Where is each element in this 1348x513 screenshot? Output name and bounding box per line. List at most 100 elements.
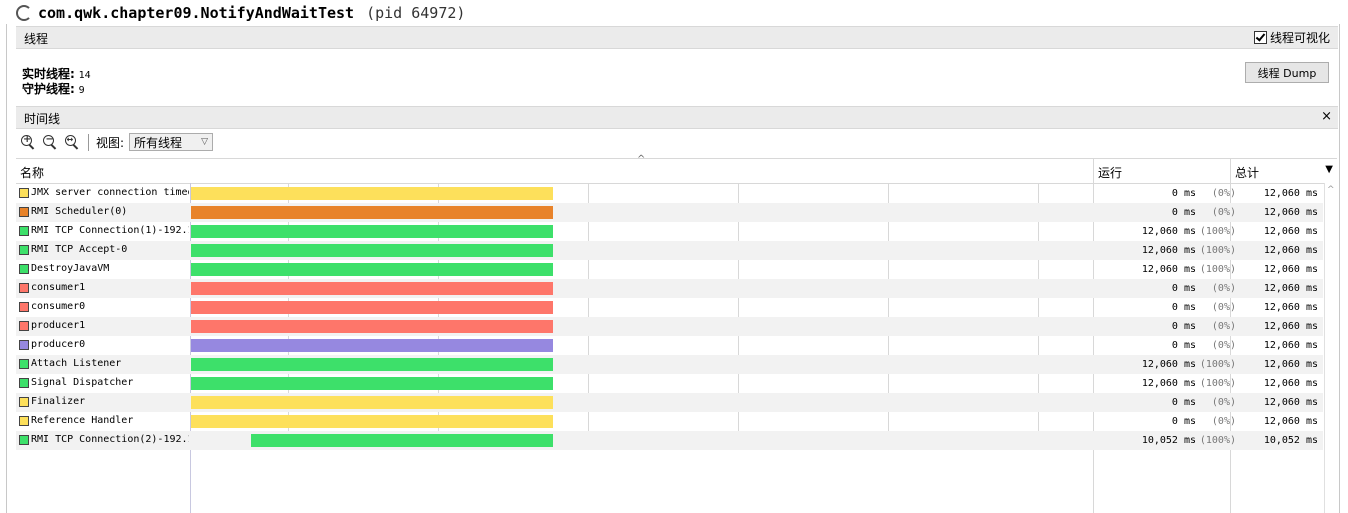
vertical-scrollbar[interactable]: ^	[1324, 183, 1338, 513]
thread-timeline-bar	[191, 358, 553, 371]
window-border-left	[6, 24, 7, 513]
thread-timeline-bar	[191, 415, 553, 428]
daemon-threads-label: 守护线程:	[22, 82, 75, 96]
thread-running-percent: (100%)	[1199, 226, 1236, 237]
thread-running-time: 0 ms	[1171, 283, 1196, 294]
thread-running-time: 10,052 ms	[1141, 435, 1196, 446]
thread-name: Reference Handler	[31, 415, 134, 426]
thread-name: RMI Scheduler(0)	[31, 206, 128, 217]
window-border-right	[1339, 24, 1340, 513]
visualize-checkbox-icon[interactable]	[1253, 31, 1267, 44]
thread-timeline-bar	[191, 187, 553, 200]
timeline-column-header: 名称 运行 总计 ▼	[16, 158, 1337, 184]
thread-state-icon	[19, 340, 29, 350]
thread-running-percent: (0%)	[1211, 397, 1236, 408]
thread-state-icon	[19, 435, 29, 445]
timeline-section-header: 时间线 ×	[16, 106, 1338, 129]
thread-running-percent: (0%)	[1211, 302, 1236, 313]
thread-dump-button[interactable]: 线程 Dump	[1245, 62, 1329, 83]
thread-running-percent: (100%)	[1199, 245, 1236, 256]
thread-total-time: 12,060 ms	[1263, 321, 1318, 332]
thread-name: RMI TCP Accept-0	[31, 244, 128, 255]
thread-total-time: 12,060 ms	[1263, 283, 1318, 294]
scroll-up-icon[interactable]: ^	[1327, 185, 1335, 195]
close-icon[interactable]: ×	[1321, 109, 1332, 124]
visualize-threads-toggle[interactable]: 线程可视化	[1253, 29, 1330, 46]
thread-name: producer1	[31, 320, 86, 331]
view-select-value: 所有线程	[134, 135, 183, 150]
thread-running-time: 0 ms	[1171, 416, 1196, 427]
thread-timeline-bar	[251, 434, 553, 447]
thread-state-icon	[19, 283, 29, 293]
thread-timeline-bar	[191, 339, 553, 352]
thread-name: consumer0	[31, 301, 86, 312]
column-header-running[interactable]: 运行	[1098, 164, 1122, 181]
thread-running-percent: (100%)	[1199, 435, 1236, 446]
thread-timeline-bar	[191, 206, 553, 219]
thread-total-time: 12,060 ms	[1263, 302, 1318, 313]
thread-state-icon	[19, 226, 29, 236]
thread-timeline-bar	[191, 225, 553, 238]
live-threads-label: 实时线程:	[22, 67, 75, 81]
zoom-fit-icon[interactable]: ↔	[64, 134, 81, 151]
table-row[interactable]: Attach Listener 12,060 ms (100%) 12,060 ms	[16, 355, 1323, 374]
threads-section-title: 线程	[24, 32, 49, 46]
table-row[interactable]: JMX server connection timeout 0 ms (0%) 12,…	[16, 184, 1323, 203]
table-row[interactable]: Reference Handler 0 ms (0%) 12,060 ms	[16, 412, 1323, 431]
table-row[interactable]: consumer1 0 ms (0%) 12,060 ms	[16, 279, 1323, 298]
thread-total-time: 12,060 ms	[1263, 264, 1318, 275]
thread-running-percent: (100%)	[1199, 378, 1236, 389]
thread-name: Finalizer	[31, 396, 86, 407]
thread-running-time: 0 ms	[1171, 188, 1196, 199]
thread-total-time: 12,060 ms	[1263, 207, 1318, 218]
table-row[interactable]: Finalizer 0 ms (0%) 12,060 ms	[16, 393, 1323, 412]
timeline-section-title: 时间线	[24, 112, 61, 126]
table-row[interactable]: producer0 0 ms (0%) 12,060 ms	[16, 336, 1323, 355]
thread-state-icon	[19, 416, 29, 426]
thread-name: DestroyJavaVM	[31, 263, 110, 274]
thread-name: RMI TCP Connection(1)-192.168	[31, 225, 189, 236]
thread-total-time: 12,060 ms	[1263, 226, 1318, 237]
thread-name: consumer1	[31, 282, 86, 293]
threads-section-header: 线程 线程可视化	[16, 26, 1338, 49]
table-row[interactable]: RMI TCP Connection(1)-192.168 12,060 ms (1…	[16, 222, 1323, 241]
thread-timeline-bar	[191, 396, 553, 409]
thread-running-percent: (0%)	[1211, 321, 1236, 332]
thread-running-time: 12,060 ms	[1141, 378, 1196, 389]
thread-running-percent: (100%)	[1199, 359, 1236, 370]
thread-timeline-bar	[191, 263, 553, 276]
table-row[interactable]: producer1 0 ms (0%) 12,060 ms	[16, 317, 1323, 336]
thread-timeline-bar	[191, 320, 553, 333]
zoom-in-icon[interactable]: +	[20, 134, 37, 151]
timeline-toolbar: + − ↔ 视图: 所有线程 ▽	[20, 131, 214, 153]
column-chooser-icon[interactable]: ▼	[1325, 164, 1333, 175]
visualize-label: 线程可视化	[1269, 31, 1330, 45]
table-row[interactable]: Signal Dispatcher 12,060 ms (100%) 12,060 m…	[16, 374, 1323, 393]
table-row[interactable]: consumer0 0 ms (0%) 12,060 ms	[16, 298, 1323, 317]
column-header-name[interactable]: 名称	[20, 164, 44, 181]
thread-running-time: 0 ms	[1171, 340, 1196, 351]
thread-total-time: 12,060 ms	[1263, 340, 1318, 351]
thread-state-icon	[19, 245, 29, 255]
table-row[interactable]: RMI TCP Accept-0 12,060 ms (100%) 12,060 ms	[16, 241, 1323, 260]
thread-running-time: 12,060 ms	[1141, 359, 1196, 370]
app-name: com.qwk.chapter09.NotifyAndWaitTest	[38, 4, 355, 22]
thread-running-time: 0 ms	[1171, 302, 1196, 313]
thread-timeline-bar	[191, 377, 553, 390]
thread-state-icon	[19, 378, 29, 388]
column-header-total[interactable]: 总计	[1235, 164, 1259, 181]
zoom-out-icon[interactable]: −	[42, 134, 59, 151]
thread-name: JMX server connection timeout	[31, 187, 189, 198]
thread-total-time: 12,060 ms	[1263, 359, 1318, 370]
table-row[interactable]: RMI TCP Connection(2)-192.168 10,052 ms (1…	[16, 431, 1323, 450]
thread-name: Attach Listener	[31, 358, 122, 369]
thread-total-time: 12,060 ms	[1263, 245, 1318, 256]
thread-running-time: 0 ms	[1171, 207, 1196, 218]
thread-total-time: 12,060 ms	[1263, 416, 1318, 427]
thread-running-percent: (0%)	[1211, 207, 1236, 218]
daemon-threads-stat: 守护线程: 9	[22, 80, 85, 97]
table-row[interactable]: RMI Scheduler(0) 0 ms (0%) 12,060 ms	[16, 203, 1323, 222]
table-row[interactable]: DestroyJavaVM 12,060 ms (100%) 12,060 ms	[16, 260, 1323, 279]
thread-timeline-bar	[191, 244, 553, 257]
view-select[interactable]: 所有线程 ▽	[129, 133, 214, 151]
